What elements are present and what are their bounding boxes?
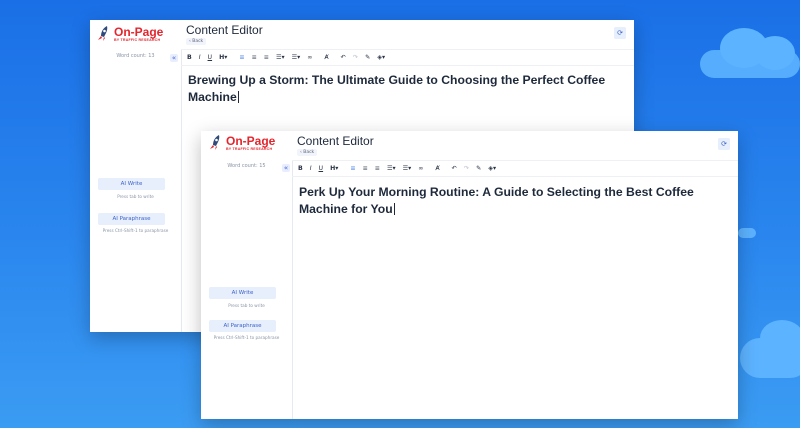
cloud-decoration <box>738 228 756 238</box>
logo-brand: On-Page <box>114 24 164 39</box>
text-cursor <box>237 91 239 103</box>
editor-window-front: On-Page BY TRAFFIC RESEARCH Word count: … <box>201 131 738 419</box>
logo-brand: On-Page <box>226 133 276 148</box>
ai-write-hint: Press tab to write <box>228 303 265 308</box>
redo-icon[interactable]: ↷ <box>464 165 469 172</box>
rocket-icon <box>98 26 108 41</box>
undo-icon[interactable]: ↶ <box>341 54 346 61</box>
ai-paraphrase-hint: Press Ctrl-Shift-1 to paraphrase <box>213 335 280 340</box>
document-heading[interactable]: Perk Up Your Morning Routine: A Guide to… <box>299 184 726 218</box>
heading-dropdown[interactable]: H▾ <box>219 54 227 61</box>
ai-paraphrase-hint: Press Ctrl-Shift-1 to paraphrase <box>102 228 169 233</box>
bold-button[interactable]: B <box>298 165 303 172</box>
italic-button[interactable]: I <box>199 54 201 61</box>
underline-button[interactable]: U <box>319 165 324 172</box>
sidebar: On-Page BY TRAFFIC RESEARCH Word count: … <box>90 20 182 332</box>
logo-subtitle: BY TRAFFIC RESEARCH <box>114 37 161 42</box>
underline-button[interactable]: U <box>208 54 213 61</box>
collapse-sidebar-button[interactable]: « <box>282 164 290 172</box>
align-left-icon[interactable]: ≡ <box>239 54 244 61</box>
refresh-icon[interactable]: ⟳ <box>614 27 626 39</box>
format-toolbar: B I U H▾ ≡ ≡ ≡ ☰▾ ☰▾ ∞ Ⱥ ↶ ↷ ✎ ◈▾ <box>181 49 634 66</box>
sidebar: On-Page BY TRAFFIC RESEARCH Word count: … <box>201 131 293 419</box>
bold-button[interactable]: B <box>187 54 192 61</box>
page-title: Content Editor <box>297 134 374 148</box>
color-icon[interactable]: ◈▾ <box>488 165 496 172</box>
collapse-sidebar-button[interactable]: « <box>170 54 178 62</box>
word-count: Word count: 13 <box>116 53 155 59</box>
ai-write-button[interactable]: AI Write <box>209 287 276 299</box>
cloud-decoration <box>755 36 795 70</box>
editor-header: Content Editor ‹ Back ⟳ <box>292 131 738 161</box>
pen-icon[interactable]: ✎ <box>365 54 370 61</box>
heading-text: Brewing Up a Storm: The Ultimate Guide t… <box>188 73 606 104</box>
ai-write-button[interactable]: AI Write <box>98 178 165 190</box>
align-center-icon[interactable]: ≡ <box>363 165 368 172</box>
color-icon[interactable]: ◈▾ <box>377 54 385 61</box>
editor-main: Content Editor ‹ Back ⟳ B I U H▾ ≡ ≡ ≡ ☰… <box>292 131 738 419</box>
italic-button[interactable]: I <box>310 165 312 172</box>
logo: On-Page BY TRAFFIC RESEARCH <box>208 134 275 152</box>
bullet-list-icon[interactable]: ☰▾ <box>292 54 301 61</box>
ordered-list-icon[interactable]: ☰▾ <box>387 165 396 172</box>
ordered-list-icon[interactable]: ☰▾ <box>276 54 285 61</box>
back-button[interactable]: ‹ Back <box>186 38 207 45</box>
logo-subtitle: BY TRAFFIC RESEARCH <box>226 146 273 151</box>
format-toolbar: B I U H▾ ≡ ≡ ≡ ☰▾ ☰▾ ∞ Ⱥ ↶ ↷ ✎ ◈▾ <box>292 160 738 177</box>
logo: On-Page BY TRAFFIC RESEARCH <box>96 25 163 43</box>
cloud-decoration <box>760 320 800 356</box>
refresh-icon[interactable]: ⟳ <box>718 138 730 150</box>
heading-text: Perk Up Your Morning Routine: A Guide to… <box>299 185 694 216</box>
align-right-icon[interactable]: ≡ <box>375 165 380 172</box>
word-count: Word count: 15 <box>227 163 266 169</box>
link-icon[interactable]: ∞ <box>418 165 423 172</box>
clear-format-icon[interactable]: Ⱥ <box>435 165 439 172</box>
align-right-icon[interactable]: ≡ <box>264 54 269 61</box>
document-heading[interactable]: Brewing Up a Storm: The Ultimate Guide t… <box>188 72 622 106</box>
page-title: Content Editor <box>186 23 263 37</box>
pen-icon[interactable]: ✎ <box>476 165 481 172</box>
align-left-icon[interactable]: ≡ <box>350 165 355 172</box>
undo-icon[interactable]: ↶ <box>452 165 457 172</box>
heading-dropdown[interactable]: H▾ <box>330 165 338 172</box>
ai-paraphrase-button[interactable]: AI Paraphrase <box>209 320 276 332</box>
link-icon[interactable]: ∞ <box>307 54 312 61</box>
text-cursor <box>393 203 395 215</box>
align-center-icon[interactable]: ≡ <box>252 54 257 61</box>
clear-format-icon[interactable]: Ⱥ <box>324 54 328 61</box>
rocket-icon <box>210 135 220 150</box>
ai-write-hint: Press tab to write <box>117 194 154 199</box>
ai-paraphrase-button[interactable]: AI Paraphrase <box>98 213 165 225</box>
bullet-list-icon[interactable]: ☰▾ <box>403 165 412 172</box>
editor-header: Content Editor ‹ Back ⟳ <box>181 20 634 50</box>
redo-icon[interactable]: ↷ <box>353 54 358 61</box>
back-button[interactable]: ‹ Back <box>297 149 318 156</box>
